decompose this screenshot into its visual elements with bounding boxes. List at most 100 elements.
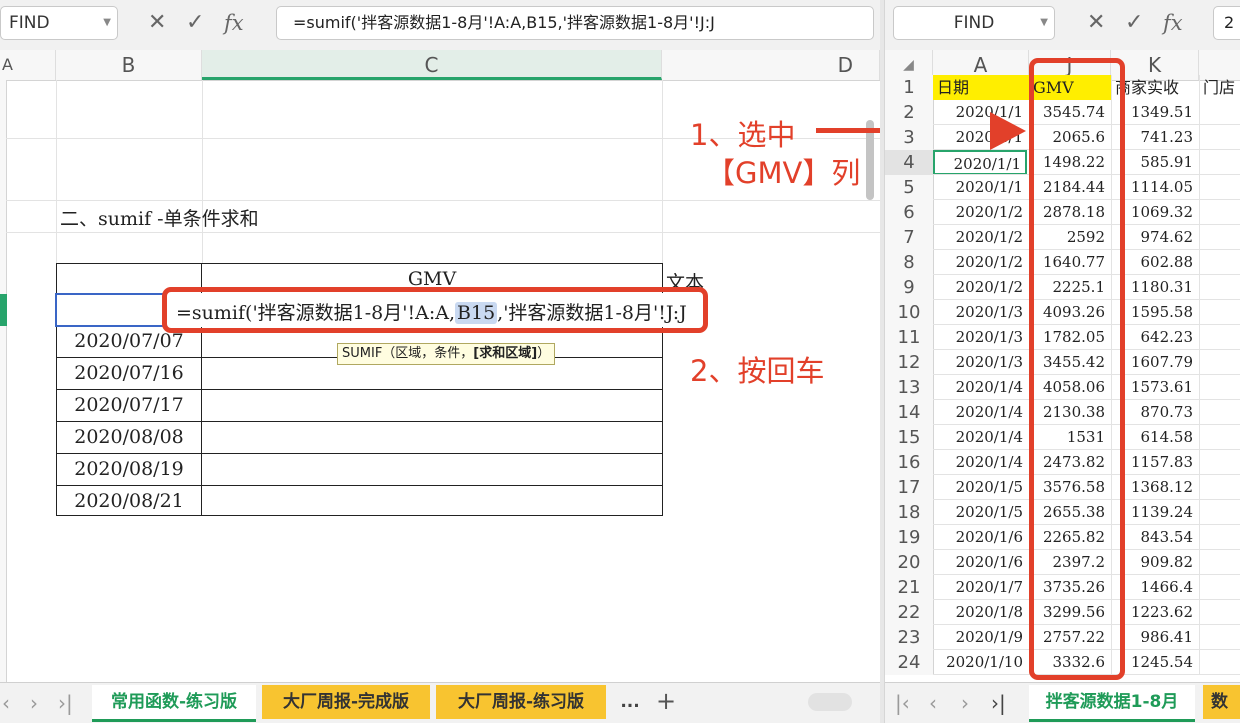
row-number[interactable]: 23 [885,625,934,650]
date-cell[interactable]: 2020/07/17 [56,394,202,416]
date-cell[interactable]: 2020/1/1 [933,175,1027,200]
row-number[interactable]: 12 [885,350,934,375]
row-number[interactable]: 15 [885,425,934,450]
row-number[interactable]: 6 [885,200,934,225]
date-cell[interactable]: 2020/1/4 [933,375,1027,400]
step2-label: 2、按回车 [690,354,825,388]
header-date[interactable]: 日期 [933,75,1029,100]
row-number[interactable]: 24 [885,650,934,675]
cancel-icon[interactable]: ✕ [148,8,166,38]
row-header-strip [0,80,7,683]
table-divider [56,389,663,390]
row-number[interactable]: 3 [885,125,934,150]
row-number[interactable]: 22 [885,600,934,625]
row-number[interactable]: 10 [885,300,934,325]
row-number[interactable]: 4 [885,150,934,175]
prev-sheet-icon[interactable]: ‹ [929,691,937,715]
column-header-b[interactable]: B [56,50,202,80]
row-number[interactable]: 21 [885,575,934,600]
tab-weekly-report-complete[interactable]: 大厂周报-完成版 [262,685,430,719]
last-sheet-icon[interactable]: ›| [58,691,73,715]
date-cell[interactable]: 2020/1/3 [933,350,1027,375]
more-tabs-button[interactable]: ... [612,685,648,719]
column-header-c[interactable]: C [202,50,662,80]
chevron-down-icon[interactable]: ▼ [1040,7,1048,39]
row-number[interactable]: 5 [885,175,934,200]
function-icon[interactable]: fx [224,8,244,38]
row-number[interactable]: 18 [885,500,934,525]
date-cell[interactable]: 2020/1/5 [933,475,1027,500]
row-number[interactable]: 1 [885,75,934,100]
chevron-down-icon[interactable]: ▼ [103,7,111,39]
date-cell[interactable]: 2020/1/4 [933,400,1027,425]
formula-highlight-box [162,287,708,333]
row-number[interactable]: 16 [885,450,934,475]
annotation-arrow-shaft [816,128,880,133]
add-sheet-button[interactable]: + [656,687,676,715]
row-number[interactable]: 11 [885,325,934,350]
date-cell[interactable]: 2020/1/2 [933,200,1027,225]
date-cell[interactable]: 2020/1/5 [933,500,1027,525]
prev-sheet-icon[interactable]: ‹ [2,691,10,715]
date-cell[interactable]: 2020/1/9 [933,625,1027,650]
date-cell[interactable]: 2020/1/6 [933,550,1027,575]
date-cell[interactable]: 2020/1/8 [933,600,1027,625]
date-cell[interactable]: 2020/1/4 [933,425,1027,450]
row-number[interactable]: 2 [885,100,934,125]
row-number[interactable]: 19 [885,525,934,550]
formula-text: =sumif('拌客源数据1-8月'!A:A,B15,'拌客源数据1-8月'!J… [293,13,715,32]
sheet-tab-bar: ‹ › ›| 常用函数-练习版 大厂周报-完成版 大厂周报-练习版 ... + [0,682,880,723]
date-cell[interactable]: 2020/07/07 [56,330,202,352]
table-divider [56,421,663,422]
date-cell[interactable]: 2020/1/1 [933,150,1027,175]
name-box-value: FIND [9,13,50,33]
date-cell[interactable]: 2020/1/2 [933,250,1027,275]
date-cell[interactable]: 2020/1/2 [933,225,1027,250]
gridline [56,80,57,263]
first-sheet-icon[interactable]: |‹ [895,691,910,715]
confirm-icon[interactable]: ✓ [1125,8,1143,38]
last-sheet-icon[interactable]: ›| [991,691,1006,715]
row-number[interactable]: 8 [885,250,934,275]
formula-input-right[interactable]: 2 [1213,6,1240,40]
tab-next-sheet[interactable]: 数 [1203,685,1240,719]
name-box-right[interactable]: FIND ▼ [893,6,1055,40]
tab-common-functions-practice[interactable]: 常用函数-练习版 [92,685,256,722]
tab-customer-data[interactable]: 拌客源数据1-8月 [1029,685,1195,722]
row-number[interactable]: 17 [885,475,934,500]
function-icon[interactable]: fx [1163,8,1183,38]
date-cell[interactable]: 2020/1/4 [933,450,1027,475]
date-cell[interactable]: 2020/1/7 [933,575,1027,600]
row-number[interactable]: 20 [885,550,934,575]
column-header-a[interactable]: A [0,50,56,80]
date-cell[interactable]: 2020/1/6 [933,525,1027,550]
header-store[interactable]: 门店 [1199,75,1240,100]
formula-right-text: 2 [1224,13,1235,32]
row-number[interactable]: 13 [885,375,934,400]
next-sheet-icon[interactable]: › [30,691,38,715]
row-number[interactable]: 7 [885,225,934,250]
date-cell[interactable]: 2020/08/08 [56,426,202,448]
date-cell[interactable]: 2020/1/3 [933,325,1027,350]
date-cell[interactable]: 2020/07/16 [56,362,202,384]
date-cell[interactable]: 2020/08/19 [56,458,202,480]
next-sheet-icon[interactable]: › [961,691,969,715]
column-header-d[interactable]: D [662,50,880,80]
horizontal-scrollbar[interactable] [808,693,852,711]
row-number[interactable]: 9 [885,275,934,300]
tooltip-text: SUMIF（区域，条件， [342,346,474,361]
name-box[interactable]: FIND ▼ [0,6,118,40]
date-cell[interactable]: 2020/1/3 [933,300,1027,325]
date-cell[interactable]: 2020/1/10 [933,650,1027,675]
date-cell[interactable]: 2020/1/2 [933,275,1027,300]
cancel-icon[interactable]: ✕ [1087,8,1105,38]
tooltip-bold-arg: [求和区域] [473,346,538,361]
confirm-icon[interactable]: ✓ [186,8,204,38]
sheet-tab-bar-right: |‹ ‹ › ›| 拌客源数据1-8月 数 [885,682,1240,723]
row-number[interactable]: 14 [885,400,934,425]
date-cell[interactable]: 2020/08/21 [56,490,202,512]
formula-input[interactable]: =sumif('拌客源数据1-8月'!A:A,B15,'拌客源数据1-8月'!J… [276,6,874,40]
tab-weekly-report-practice[interactable]: 大厂周报-练习版 [436,685,606,719]
function-tooltip: SUMIF（区域，条件，[求和区域]） [337,343,556,365]
gridline [1199,75,1200,675]
